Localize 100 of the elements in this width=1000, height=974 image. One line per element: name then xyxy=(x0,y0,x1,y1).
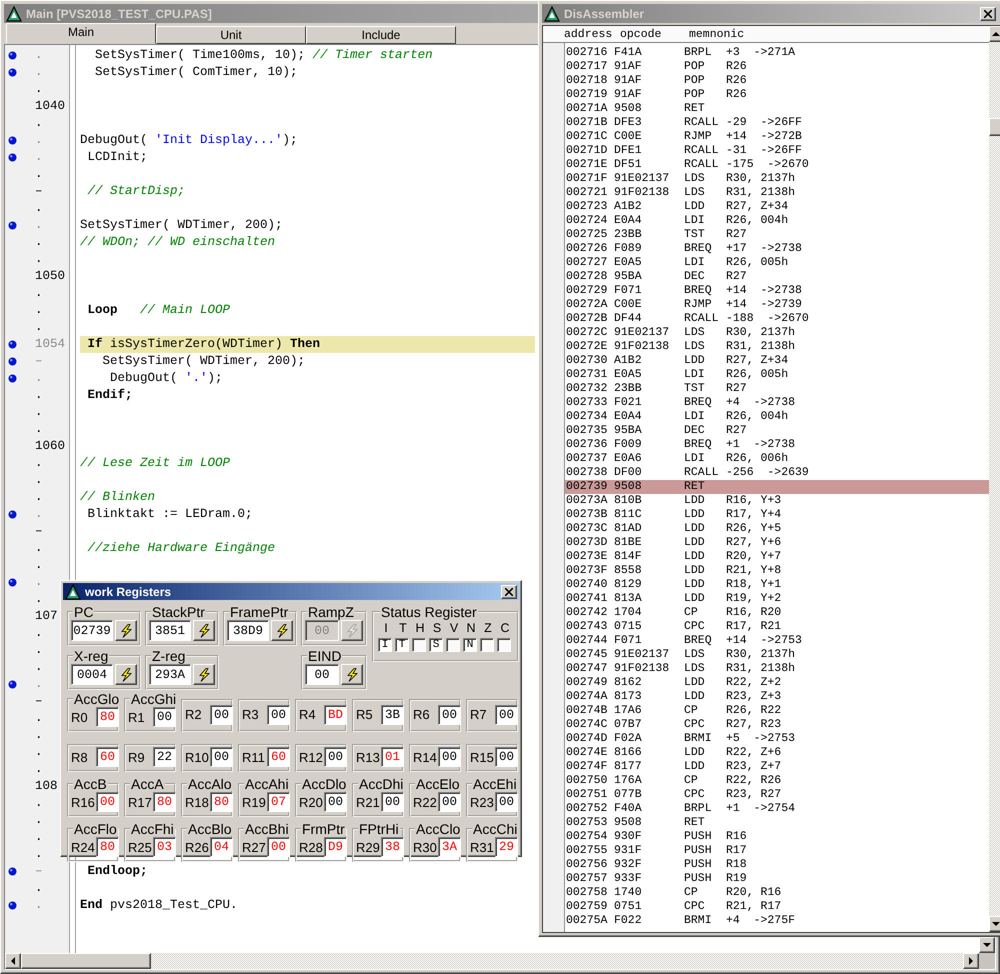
register-value[interactable]: D9 xyxy=(324,837,347,857)
breakpoint-icon[interactable] xyxy=(8,357,17,366)
breakpoint-icon[interactable] xyxy=(8,68,17,77)
code-line: Blinktakt := LEDram.0; xyxy=(86,506,253,523)
group-label: AccBhi xyxy=(244,822,290,836)
mnemonic-cell-text: BRPL xyxy=(684,802,713,816)
register-value[interactable]: 00 xyxy=(267,837,290,857)
value-field[interactable]: 02739 xyxy=(71,620,113,641)
opcode-cell-text: 91F02138 xyxy=(614,662,670,676)
code-line: SetSysTimer( Time100ms, 10); // Timer starten xyxy=(94,47,433,64)
breakpoint-icon[interactable] xyxy=(8,136,17,145)
register-value[interactable]: 80 xyxy=(210,792,233,812)
register-value[interactable]: 00 xyxy=(495,747,518,767)
breakpoint-icon[interactable] xyxy=(8,578,17,587)
breakpoint-icon[interactable] xyxy=(8,680,17,689)
flag-checkbox[interactable] xyxy=(497,638,511,652)
app-icon xyxy=(6,6,22,22)
register-value[interactable]: 00 xyxy=(381,792,404,812)
register-value[interactable]: 38 xyxy=(381,837,404,857)
register-value[interactable]: 04 xyxy=(210,837,233,857)
register-value[interactable]: 00 xyxy=(324,792,347,812)
register-value[interactable]: 80 xyxy=(153,792,176,812)
flag-checkbox[interactable] xyxy=(446,638,460,652)
lightning-button[interactable] xyxy=(271,620,293,641)
scroll-right-button[interactable] xyxy=(963,953,979,969)
address-cell-text: 00273B xyxy=(566,508,608,522)
register-value[interactable]: 80 xyxy=(96,707,119,727)
breakpoint-icon[interactable] xyxy=(8,340,17,349)
register-value[interactable]: 01 xyxy=(381,747,404,767)
register-value[interactable]: 3B xyxy=(381,704,404,724)
lightning-button[interactable] xyxy=(341,664,363,685)
register-value[interactable]: 00 xyxy=(495,792,518,812)
scroll-down-button[interactable] xyxy=(989,916,1000,932)
line-marker: . xyxy=(35,642,43,659)
register-value[interactable]: 00 xyxy=(438,704,461,724)
register-value[interactable]: 80 xyxy=(96,837,119,857)
breakpoint-icon[interactable] xyxy=(8,51,17,60)
mnemonic-cell-text: CP xyxy=(684,886,699,900)
breakpoint-icon[interactable] xyxy=(8,901,17,910)
address-cell-text: 00271B xyxy=(566,116,608,130)
flag-checkbox[interactable] xyxy=(480,638,494,652)
tab[interactable]: Unit xyxy=(156,26,306,44)
register-value[interactable]: 60 xyxy=(96,747,119,767)
group-label: RampZ xyxy=(307,605,355,619)
register-value[interactable]: 00 xyxy=(438,792,461,812)
scrollbar-thumb[interactable] xyxy=(21,953,151,969)
scroll-down-button[interactable] xyxy=(979,937,995,953)
operand-cell-text: R26, 004h xyxy=(726,410,790,424)
register-value[interactable]: 07 xyxy=(267,792,290,812)
value-field[interactable]: 293A xyxy=(149,664,191,685)
close-button[interactable] xyxy=(980,6,996,20)
register-value[interactable]: BD xyxy=(324,704,347,724)
register-value[interactable]: 00 xyxy=(495,704,518,724)
value-field[interactable]: 0004 xyxy=(71,664,113,685)
register-value[interactable]: 00 xyxy=(267,704,290,724)
register-value[interactable]: 29 xyxy=(495,837,518,857)
value-field[interactable]: 00 xyxy=(305,664,339,685)
lightning-button[interactable] xyxy=(115,620,137,641)
value-field[interactable]: 38D9 xyxy=(227,620,269,641)
scroll-up-button[interactable] xyxy=(989,26,1000,42)
opcode-cell-text: 07B7 xyxy=(614,718,643,732)
value-field[interactable]: 3851 xyxy=(149,620,191,641)
opcode-cell-text: 23BB xyxy=(614,382,643,396)
opcode-cell-text: F071 xyxy=(614,634,643,648)
tab[interactable]: Main xyxy=(6,23,156,44)
flag-checkbox[interactable]: N xyxy=(463,638,477,652)
register-value[interactable]: 60 xyxy=(267,747,290,767)
address-cell-text: 002750 xyxy=(566,774,608,788)
register-value[interactable]: 3A xyxy=(438,837,461,857)
register-value[interactable]: 00 xyxy=(210,704,233,724)
breakpoint-icon[interactable] xyxy=(8,510,17,519)
register-value[interactable]: 00 xyxy=(210,747,233,767)
scroll-left-button[interactable] xyxy=(5,953,21,969)
lightning-button[interactable] xyxy=(115,664,137,685)
address-cell-text: 002737 xyxy=(566,452,608,466)
address-cell-text: 002717 xyxy=(566,60,608,74)
flag-checkbox[interactable]: S xyxy=(429,638,443,652)
breakpoint-icon[interactable] xyxy=(8,221,17,230)
register-value[interactable]: 03 xyxy=(153,837,176,857)
breakpoint-icon[interactable] xyxy=(8,374,17,383)
breakpoint-icon[interactable] xyxy=(8,867,17,876)
scrollbar-thumb[interactable] xyxy=(989,118,1000,136)
opcode-cell-text: 8162 xyxy=(614,676,643,690)
flag-checkbox[interactable]: T xyxy=(395,638,409,652)
code-line: LCDInit; xyxy=(86,149,148,166)
register-value[interactable]: 00 xyxy=(96,792,119,812)
lightning-button[interactable] xyxy=(193,664,215,685)
register-value[interactable]: 22 xyxy=(153,747,176,767)
operand-cell-text: R16 xyxy=(726,830,748,844)
register-value[interactable]: 00 xyxy=(153,707,176,727)
close-button[interactable] xyxy=(501,584,517,598)
register-value[interactable]: 00 xyxy=(438,747,461,767)
register-value[interactable]: 00 xyxy=(324,747,347,767)
breakpoint-icon[interactable] xyxy=(8,153,17,162)
tab[interactable]: Include xyxy=(306,26,456,44)
opcode-cell-text: F089 xyxy=(614,242,643,256)
group-label: AccClo xyxy=(415,822,462,836)
flag-checkbox[interactable]: I xyxy=(378,638,392,652)
lightning-button[interactable] xyxy=(193,620,215,641)
flag-checkbox[interactable] xyxy=(412,638,426,652)
